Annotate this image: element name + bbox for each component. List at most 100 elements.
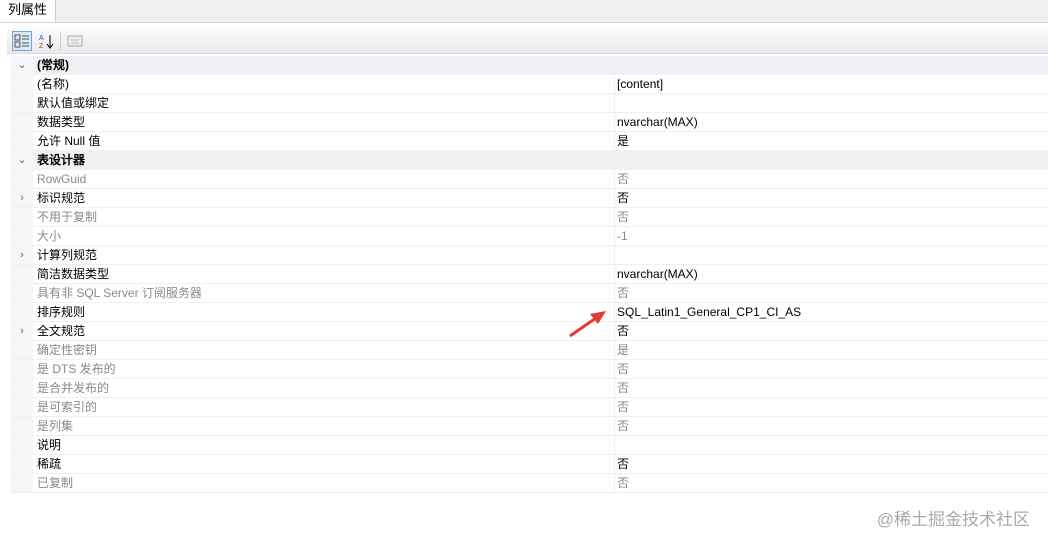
property-value[interactable] [615,94,1048,112]
property-name: 允许 Null 值 [33,132,615,150]
property-name: 是列集 [33,417,615,435]
property-name: 默认值或绑定 [33,94,615,112]
row-gutter [11,303,33,321]
property-row[interactable]: 允许 Null 值是 [11,132,1048,151]
property-value[interactable]: 否 [615,417,1048,435]
property-value[interactable]: nvarchar(MAX) [615,113,1048,131]
property-row[interactable]: 稀疏否 [11,455,1048,474]
property-row[interactable]: 是合并发布的否 [11,379,1048,398]
property-name: 是 DTS 发布的 [33,360,615,378]
property-value[interactable]: 是 [615,341,1048,359]
sort-az-icon: AZ [39,34,54,49]
red-arrow-annotation [569,311,606,338]
tab-bar: 列属性 [0,0,1048,23]
property-row[interactable]: 具有非 SQL Server 订阅服务器否 [11,284,1048,303]
row-gutter [11,455,33,473]
property-name: 数据类型 [33,113,615,131]
expand-chevron-icon[interactable]: › [11,189,33,207]
toolbar: AZ [7,28,1048,54]
property-row[interactable]: 是可索引的否 [11,398,1048,417]
property-row[interactable]: 不用于复制否 [11,208,1048,227]
property-row[interactable]: 大小 -1 [11,227,1048,246]
categorized-icon [14,34,29,47]
tab-column-properties[interactable]: 列属性 [0,0,57,22]
property-row[interactable]: 是列集否 [11,417,1048,436]
property-row[interactable]: 确定性密钥是 [11,341,1048,360]
property-name: 说明 [33,436,615,454]
row-gutter [11,436,33,454]
svg-text:Z: Z [39,43,44,49]
category-row[interactable]: ⌄ (常规) [11,56,1048,75]
property-row[interactable]: (名称) [content] [11,75,1048,94]
property-name: 是合并发布的 [33,379,615,397]
property-name: 计算列规范 [33,246,615,264]
property-pages-button[interactable] [65,31,85,51]
row-gutter [11,360,33,378]
svg-text:A: A [39,35,44,42]
property-value[interactable]: 否 [615,360,1048,378]
property-row[interactable]: 排序规则 SQL_Latin1_General_CP1_CI_AS [11,303,1048,322]
property-name: 是可索引的 [33,398,615,416]
property-row[interactable]: RowGuid 否 [11,170,1048,189]
property-value[interactable]: -1 [615,227,1048,245]
property-pages-icon [67,35,83,46]
property-row[interactable]: › 标识规范否 [11,189,1048,208]
property-name: RowGuid [33,170,615,188]
expand-chevron-icon[interactable]: › [11,322,33,340]
property-name: 排序规则 [33,303,615,321]
row-gutter [11,75,33,93]
property-row[interactable]: 说明 [11,436,1048,455]
property-value [614,151,1048,169]
row-gutter [11,417,33,435]
property-row[interactable]: 默认值或绑定 [11,94,1048,113]
property-name: 简洁数据类型 [33,265,615,283]
row-gutter [11,379,33,397]
expand-chevron-icon[interactable]: › [11,246,33,264]
expand-chevron-icon[interactable]: ⌄ [11,56,33,74]
row-gutter [11,170,33,188]
property-value[interactable]: 否 [615,170,1048,188]
property-row[interactable]: 简洁数据类型 nvarchar(MAX) [11,265,1048,284]
property-value[interactable]: 否 [615,208,1048,226]
property-value[interactable]: [content] [615,75,1048,93]
property-value[interactable]: 是 [615,132,1048,150]
property-row[interactable]: › 全文规范否 [11,322,1048,341]
property-name: 稀疏 [33,455,615,473]
row-gutter [11,132,33,150]
watermark: @稀土掘金技术社区 [876,510,1030,529]
property-value [614,56,1048,74]
categorized-button[interactable] [12,30,32,51]
property-value[interactable]: SQL_Latin1_General_CP1_CI_AS [615,303,1048,321]
property-name: 标识规范 [33,189,615,207]
category-row[interactable]: ⌄ 表设计器 [11,151,1048,170]
property-value[interactable]: 否 [615,398,1048,416]
property-value[interactable]: 否 [615,379,1048,397]
property-name: 已复制 [33,474,615,492]
property-value[interactable]: 否 [615,322,1048,340]
property-name: (名称) [33,75,615,93]
property-row[interactable]: 已复制否 [11,474,1048,493]
alphabetical-button[interactable]: AZ [36,31,56,51]
property-row[interactable]: 是 DTS 发布的否 [11,360,1048,379]
property-value[interactable] [615,246,1048,264]
property-value[interactable]: 否 [615,189,1048,207]
property-grid: ⌄ (常规) (名称) [content] 默认值或绑定 数据类型 nvarchar(MAX… [11,56,1048,493]
property-row[interactable]: › 计算列规范 [11,246,1048,265]
property-name: 全文规范 [33,322,615,340]
row-gutter [11,398,33,416]
row-gutter [11,113,33,131]
expand-chevron-icon[interactable]: ⌄ [11,151,33,169]
property-row[interactable]: 数据类型 nvarchar(MAX) [11,113,1048,132]
row-gutter [11,208,33,226]
property-name: 不用于复制 [33,208,615,226]
row-gutter [11,265,33,283]
property-value[interactable]: 否 [615,284,1048,302]
property-value[interactable]: 否 [615,455,1048,473]
row-gutter [11,474,33,492]
property-value[interactable] [615,436,1048,454]
property-value[interactable]: nvarchar(MAX) [615,265,1048,283]
row-gutter [11,227,33,245]
property-value[interactable]: 否 [615,474,1048,492]
property-name: 确定性密钥 [33,341,615,359]
row-gutter [11,341,33,359]
